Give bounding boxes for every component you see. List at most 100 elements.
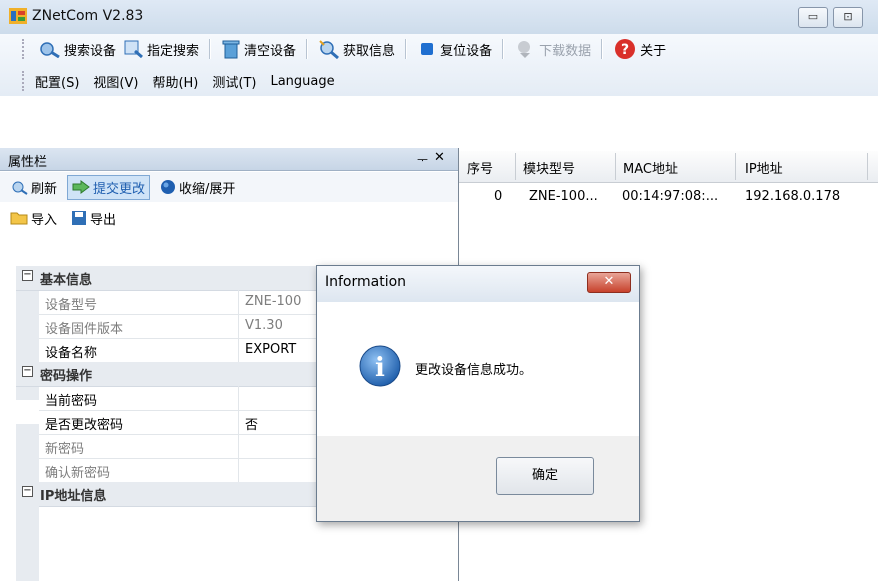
submit-changes-label: 提交更改 — [93, 181, 146, 197]
download-icon — [518, 41, 531, 58]
menu-grip[interactable] — [22, 71, 27, 91]
column-index[interactable]: 序号 — [467, 158, 493, 177]
io-toolbar: 导入 导出 — [0, 204, 120, 232]
property-key: 新密码 — [45, 442, 85, 457]
grid-divider — [238, 458, 239, 482]
toolbar-grip[interactable] — [22, 39, 27, 59]
property-key: 当前密码 — [45, 394, 98, 409]
menu-config[interactable]: 配置(S) — [35, 72, 79, 91]
submit-changes-button[interactable]: 提交更改 — [67, 174, 151, 200]
help-icon: ? — [615, 39, 636, 59]
cell-model: ZNE-100... — [529, 189, 598, 204]
menu-view[interactable]: 视图(V) — [93, 72, 138, 91]
refresh-button[interactable]: 刷新 — [6, 176, 61, 199]
download-data-label: 下载数据 — [539, 43, 592, 59]
info-symbol: i — [375, 353, 385, 383]
grid-divider — [238, 410, 239, 434]
refresh-icon — [12, 181, 28, 195]
trash-icon — [222, 40, 240, 59]
grid-gutter — [16, 506, 39, 581]
column-divider[interactable] — [735, 153, 736, 180]
panel-header: 属性栏 ᅮ ✕ — [0, 148, 458, 171]
dialog-message: 更改设备信息成功。 — [415, 363, 533, 378]
column-divider[interactable] — [615, 153, 616, 180]
column-mac[interactable]: MAC地址 — [623, 158, 678, 177]
maximize-button[interactable]: ⊡ — [833, 7, 863, 28]
property-value: ZNE-100 — [245, 294, 302, 309]
ok-button[interactable]: 确定 — [496, 457, 594, 495]
minimize-button[interactable]: ▭ — [798, 7, 828, 28]
save-icon — [72, 211, 87, 225]
column-model[interactable]: 模块型号 — [523, 158, 575, 177]
menu-help[interactable]: 帮助(H) — [152, 72, 198, 91]
title-bar: ZNetCom V2.83 ▭ ⊡ — [0, 0, 878, 34]
refresh-label: 刷新 — [31, 181, 58, 197]
panel-toolbar: 刷新 提交更改 收缩/展开 — [0, 172, 458, 202]
info-icon: i — [359, 345, 401, 387]
collapse-toggle-icon[interactable]: − — [22, 366, 33, 377]
column-divider[interactable] — [515, 153, 516, 180]
app-icon — [9, 8, 27, 24]
property-key: 设备名称 — [45, 346, 98, 361]
arrow-right-icon — [72, 180, 90, 194]
dialog-body: i 更改设备信息成功。 — [317, 302, 639, 436]
export-label: 导出 — [90, 212, 117, 228]
collapse-toggle-icon[interactable]: − — [22, 486, 33, 497]
column-ip[interactable]: IP地址 — [745, 158, 783, 177]
dialog-close-button[interactable]: ✕ — [587, 272, 631, 293]
about-button[interactable]: ? 关于 — [609, 36, 670, 62]
property-key: 是否更改密码 — [45, 418, 124, 433]
dialog-title: Information — [325, 274, 407, 290]
property-key: 设备固件版本 — [45, 322, 124, 337]
magnifier-icon — [124, 40, 143, 58]
property-value[interactable]: 否 — [245, 414, 258, 433]
property-key: 确认新密码 — [45, 466, 111, 481]
clear-devices-label: 清空设备 — [244, 43, 297, 59]
pin-icon[interactable]: ᅮ — [417, 151, 428, 168]
clear-devices-button[interactable]: 清空设备 — [217, 36, 300, 62]
table-row[interactable]: 0 ZNE-100... 00:14:97:08:... 192.168.0.1… — [459, 186, 878, 210]
import-button[interactable]: 导入 — [6, 207, 61, 230]
property-value[interactable]: EXPORT — [245, 342, 296, 357]
menu-test[interactable]: 测试(T) — [212, 72, 256, 91]
import-label: 导入 — [31, 212, 58, 228]
grid-divider — [238, 434, 239, 458]
globe-icon — [161, 180, 176, 194]
toolbar-separator — [601, 39, 604, 59]
grid-divider — [238, 290, 239, 314]
svg-text:?: ? — [621, 42, 629, 58]
category-label: IP地址信息 — [40, 489, 107, 504]
panel-title: 属性栏 — [8, 155, 48, 170]
panel-close-icon[interactable]: ✕ — [434, 150, 445, 165]
reset-square-icon — [421, 43, 434, 55]
download-data-button[interactable]: 下载数据 — [510, 36, 595, 62]
category-label: 密码操作 — [40, 369, 93, 384]
toolbar-separator — [209, 39, 212, 59]
cell-mac: 00:14:97:08:... — [622, 189, 719, 204]
specified-search-label: 指定搜索 — [147, 43, 200, 59]
toolbar-separator — [502, 39, 505, 59]
grid-divider — [238, 386, 239, 410]
menu-language[interactable]: Language — [270, 74, 334, 89]
collapse-expand-button[interactable]: 收缩/展开 — [156, 176, 239, 199]
get-info-button[interactable]: 获取信息 — [314, 36, 399, 62]
export-button[interactable]: 导出 — [67, 207, 120, 230]
cell-index: 0 — [494, 189, 503, 204]
get-info-label: 获取信息 — [343, 43, 396, 59]
toolbar: 搜索设备 指定搜索 清空设备 获取信息 复位设备 下载数据 ? 关于 配置(S)… — [0, 34, 878, 96]
dialog-title-bar[interactable]: Information ✕ — [317, 266, 639, 302]
toolbar-separator — [306, 39, 309, 59]
toolbar-row: 搜索设备 指定搜索 清空设备 获取信息 复位设备 下载数据 ? 关于 — [0, 34, 670, 64]
search-device-button[interactable]: 搜索设备 — [35, 36, 120, 62]
collapse-toggle-icon[interactable]: − — [22, 270, 33, 281]
column-divider[interactable] — [867, 153, 868, 180]
folder-icon — [10, 212, 28, 225]
search-device-icon — [40, 42, 60, 58]
cell-ip: 192.168.0.178 — [745, 189, 841, 204]
grid-divider — [238, 314, 239, 338]
category-label: 基本信息 — [40, 273, 93, 288]
property-key: 设备型号 — [45, 298, 98, 313]
specified-search-button[interactable]: 指定搜索 — [120, 36, 203, 62]
get-info-icon — [319, 40, 340, 59]
reset-device-button[interactable]: 复位设备 — [413, 36, 496, 62]
